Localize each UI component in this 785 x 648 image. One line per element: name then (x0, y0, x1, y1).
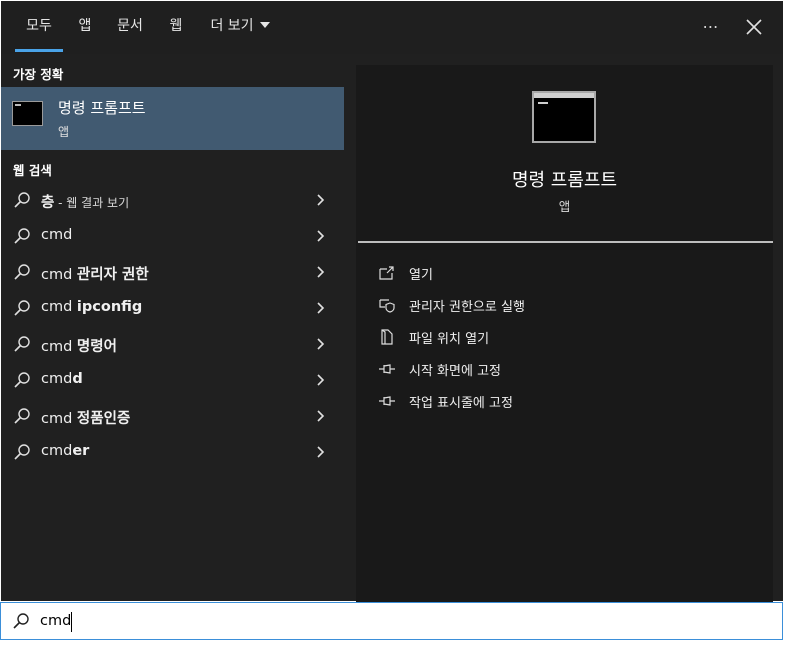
web-search-row-text: 층 - 웹 결과 보기 (41, 191, 129, 212)
action-run-as-admin[interactable]: 관리자 권한으로 실행 (378, 293, 758, 317)
preview-panel: 명령 프롬프트 앱 열기 관리자 권한으로 실행 파일 위치 열기 시작 화면에… (356, 65, 773, 602)
best-match-subtitle: 앱 (58, 125, 70, 139)
cmd-app-icon (12, 101, 43, 126)
web-search-row[interactable]: cmdd (1, 362, 344, 398)
chevron-right-icon[interactable] (314, 373, 326, 387)
query-suggestion: er (72, 443, 90, 459)
web-search-row[interactable]: cmd (1, 218, 344, 254)
tab-documents[interactable]: 문서 (113, 1, 147, 52)
chevron-right-icon[interactable] (314, 229, 326, 243)
query-suggestion: 층 (41, 195, 55, 211)
search-icon (14, 264, 30, 280)
web-search-row[interactable]: 층 - 웹 결과 보기 (1, 182, 344, 218)
preview-title: 명령 프롬프트 (511, 170, 618, 191)
search-input[interactable] (40, 609, 740, 633)
search-icon (14, 444, 30, 460)
chevron-right-icon[interactable] (314, 445, 326, 459)
file-location-icon (381, 329, 393, 345)
search-icon (14, 408, 30, 424)
text-cursor (71, 612, 72, 632)
query-prefix: cmd (41, 299, 77, 315)
query-prefix: cmd (41, 371, 73, 387)
filter-tab-bar: 모두 앱 문서 웹 더 보기 ⋯ (1, 1, 783, 54)
results-panel: 가장 정확 명령 프롬프트 앱 웹 검색 층 - 웹 결과 보기 cmd cmd 관… (1, 54, 344, 601)
web-search-row-text: cmd 정품인증 (41, 407, 130, 428)
query-suggestion: 정품인증 (76, 411, 131, 427)
open-icon (379, 266, 394, 280)
search-icon (14, 192, 30, 208)
action-open[interactable]: 열기 (378, 261, 758, 285)
web-search-row[interactable]: cmd 정품인증 (1, 398, 344, 434)
action-open-file-location[interactable]: 파일 위치 열기 (378, 325, 758, 349)
web-search-row-text: cmdd (41, 371, 83, 387)
query-prefix: cmd (41, 267, 77, 283)
tab-apps[interactable]: 앱 (73, 1, 97, 52)
query-prefix: cmd (41, 443, 73, 459)
tab-more[interactable]: 더 보기 (205, 1, 275, 52)
search-icon (14, 372, 30, 388)
caret-down-icon (259, 22, 270, 28)
web-search-row[interactable]: cmder (1, 434, 344, 470)
chevron-right-icon[interactable] (314, 409, 326, 423)
web-search-row-text: cmd 관리자 권한 (41, 263, 149, 284)
search-window: 모두 앱 문서 웹 더 보기 ⋯ 가장 정확 명령 프롬프트 앱 웹 검색 층 … (1, 1, 783, 602)
query-suggestion: ipconfig (76, 299, 143, 315)
action-run-as-admin-label: 관리자 권한으로 실행 (409, 300, 525, 315)
cmd-app-large-icon (532, 91, 596, 143)
search-icon (14, 336, 30, 352)
action-pin-to-start[interactable]: 시작 화면에 고정 (378, 357, 758, 381)
pin-icon (379, 396, 395, 406)
action-pin-to-start-label: 시작 화면에 고정 (409, 364, 501, 379)
best-match-header: 가장 정확 (13, 67, 64, 82)
web-search-row-text: cmd ipconfig (41, 299, 142, 315)
query-suggestion: d (72, 371, 83, 387)
web-search-row-text: cmd 명령어 (41, 335, 117, 356)
chevron-right-icon[interactable] (314, 193, 326, 207)
query-suffix: - 웹 결과 보기 (54, 196, 130, 210)
query-prefix: cmd (41, 411, 77, 427)
web-search-row[interactable]: cmd ipconfig (1, 290, 344, 326)
best-match-item[interactable]: 명령 프롬프트 앱 (1, 87, 344, 150)
chevron-right-icon[interactable] (314, 301, 326, 315)
action-pin-to-taskbar[interactable]: 작업 표시줄에 고정 (378, 389, 758, 413)
preview-subtitle: 앱 (558, 199, 571, 214)
action-open-label: 열기 (409, 268, 433, 283)
search-icon (13, 613, 29, 629)
more-options-icon[interactable]: ⋯ (699, 15, 723, 39)
run-as-admin-icon (379, 299, 395, 313)
pin-icon (379, 364, 395, 374)
action-open-file-location-label: 파일 위치 열기 (409, 332, 490, 347)
action-pin-to-taskbar-label: 작업 표시줄에 고정 (409, 396, 513, 411)
web-search-header: 웹 검색 (13, 163, 52, 178)
web-search-row-text: cmder (41, 443, 89, 459)
chevron-right-icon[interactable] (314, 337, 326, 351)
search-icon (14, 300, 30, 316)
search-box[interactable] (0, 602, 783, 640)
tab-web[interactable]: 웹 (164, 1, 188, 52)
query-suggestion: 명령어 (76, 339, 117, 355)
chevron-right-icon[interactable] (314, 265, 326, 279)
web-search-row[interactable]: cmd 명령어 (1, 326, 344, 362)
search-icon (14, 228, 30, 244)
divider (358, 241, 773, 243)
web-search-row-text: cmd (41, 227, 72, 243)
tab-all[interactable]: 모두 (15, 1, 63, 52)
close-icon[interactable] (742, 15, 766, 39)
web-search-row[interactable]: cmd 관리자 권한 (1, 254, 344, 290)
query-prefix: cmd (41, 227, 73, 243)
query-prefix: cmd (41, 339, 77, 355)
query-suggestion: 관리자 권한 (76, 267, 149, 283)
best-match-title: 명령 프롬프트 (58, 99, 146, 117)
